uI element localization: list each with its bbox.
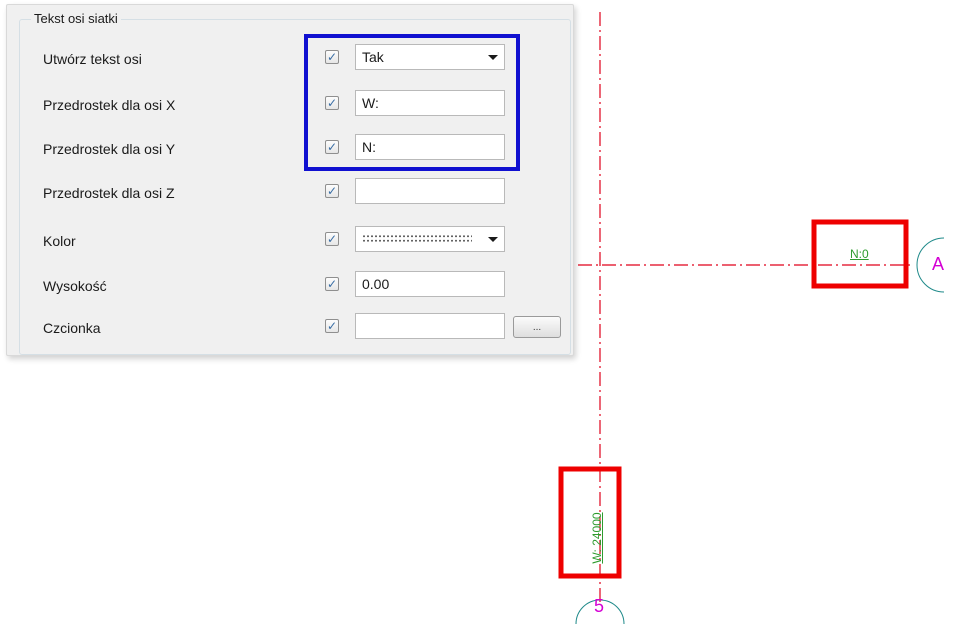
row-label: Przedrostek dla osi Y xyxy=(43,141,176,157)
color-combo[interactable] xyxy=(355,226,505,252)
row-font: Czcionka ✓ ... xyxy=(7,312,567,344)
row-height: Wysokość ✓ 0.00 xyxy=(7,270,567,302)
font-input[interactable] xyxy=(355,313,505,339)
prefix-z-input[interactable] xyxy=(355,178,505,204)
bubble-label-5: 5 xyxy=(594,596,605,616)
grid-axis-text-panel: Tekst osi siatki Utwórz tekst osi ✓ Tak … xyxy=(6,4,574,356)
height-checkbox[interactable]: ✓ xyxy=(325,277,339,291)
row-label: Przedrostek dla osi X xyxy=(43,97,176,113)
font-browse-button[interactable]: ... xyxy=(513,316,561,338)
prefix-z-checkbox[interactable]: ✓ xyxy=(325,184,339,198)
check-icon: ✓ xyxy=(327,319,338,333)
row-label: Kolor xyxy=(43,233,76,249)
row-color: Kolor ✓ xyxy=(7,225,567,257)
row-label: Przedrostek dla osi Z xyxy=(43,185,175,201)
color-checkbox[interactable]: ✓ xyxy=(325,232,339,246)
row-label: Utwórz tekst osi xyxy=(43,51,142,67)
row-label: Wysokość xyxy=(43,278,107,294)
bubble-label-a: A xyxy=(932,254,945,274)
check-icon: ✓ xyxy=(327,184,338,198)
group-title: Tekst osi siatki xyxy=(31,11,121,26)
vertical-axis-text: W: 24000 xyxy=(590,512,604,564)
check-icon: ✓ xyxy=(327,232,338,246)
horizontal-axis-text: N:0 xyxy=(850,247,869,261)
highlight-prefix-settings xyxy=(304,34,520,171)
chevron-down-icon[interactable] xyxy=(488,237,498,242)
row-prefix-z: Przedrostek dla osi Z ✓ xyxy=(7,177,567,209)
font-checkbox[interactable]: ✓ xyxy=(325,319,339,333)
check-icon: ✓ xyxy=(327,277,338,291)
color-swatch-dotted xyxy=(362,234,472,243)
height-input[interactable]: 0.00 xyxy=(355,271,505,297)
row-label: Czcionka xyxy=(43,320,101,336)
